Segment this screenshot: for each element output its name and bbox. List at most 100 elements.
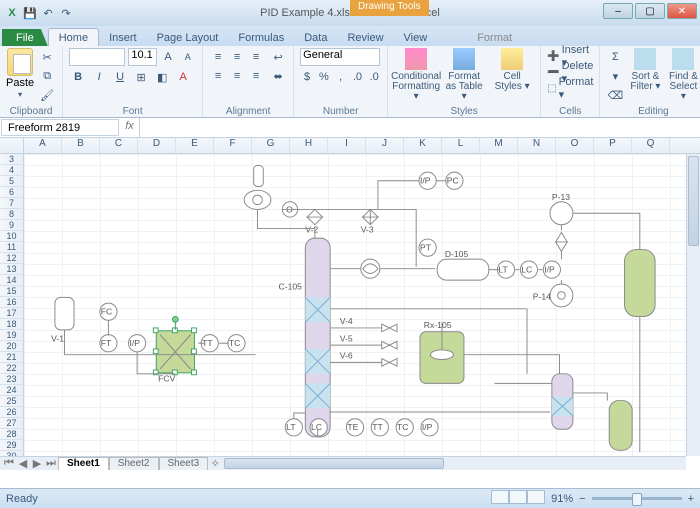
minimize-button[interactable]: – xyxy=(603,3,633,19)
tab-nav-next-icon[interactable]: ▶ xyxy=(30,457,44,470)
svg-text:I/P: I/P xyxy=(129,338,140,348)
copy-icon[interactable]: ⧉ xyxy=(38,67,56,85)
tab-view[interactable]: View xyxy=(394,29,438,46)
font-color-button[interactable]: A xyxy=(174,68,192,86)
font-size-select[interactable]: 10.1 xyxy=(128,48,156,66)
row-headers[interactable]: 3456789101112131415161718192021222324252… xyxy=(0,154,24,470)
group-font: 10.1 A A B I U ⊞ ◧ A Font xyxy=(63,46,203,117)
tab-formulas[interactable]: Formulas xyxy=(228,29,294,46)
undo-icon[interactable]: ↶ xyxy=(40,5,56,21)
zoom-out-icon[interactable]: − xyxy=(579,493,585,505)
pid-diagram[interactable]: V-1 FC FT I/P TT TC FCV C-1 xyxy=(24,154,686,456)
select-all-corner[interactable] xyxy=(0,138,24,153)
percent-icon[interactable]: % xyxy=(317,68,331,86)
svg-text:PC: PC xyxy=(447,176,459,186)
fill-color-button[interactable]: ◧ xyxy=(153,68,171,86)
merge-button[interactable]: ⬌ xyxy=(269,67,287,85)
svg-text:LC: LC xyxy=(521,265,532,275)
svg-text:TE: TE xyxy=(347,422,358,432)
group-cells: ➕ Insert ▾ ➖ Delete ▾ ⬚ Format ▾ Cells xyxy=(541,46,600,117)
increase-decimal-icon[interactable]: .0 xyxy=(351,68,365,86)
format-painter-icon[interactable]: 🖌 xyxy=(38,86,56,104)
svg-text:V-4: V-4 xyxy=(340,316,353,326)
tab-review[interactable]: Review xyxy=(337,29,393,46)
cell-styles-button[interactable]: Cell Styles ▾ xyxy=(490,48,534,92)
comma-icon[interactable]: , xyxy=(334,68,348,86)
close-button[interactable]: ✕ xyxy=(667,3,697,19)
alignment-buttons[interactable]: ≡≡≡≡≡≡ xyxy=(209,48,265,85)
tab-data[interactable]: Data xyxy=(294,29,337,46)
tab-nav-first-icon[interactable]: ⏮ xyxy=(2,457,16,470)
svg-text:V-3: V-3 xyxy=(361,224,374,234)
currency-icon[interactable]: $ xyxy=(300,68,314,86)
ribbon-tabs: File Home Insert Page Layout Formulas Da… xyxy=(0,26,700,46)
autosum-icon[interactable]: Σ xyxy=(606,48,624,66)
column-headers[interactable]: ABCDEFGHIJKLMNOPQ xyxy=(0,138,700,154)
quick-access-toolbar: X 💾 ↶ ↷ xyxy=(4,5,74,21)
contextual-tab-group: Drawing Tools xyxy=(350,0,429,16)
border-button[interactable]: ⊞ xyxy=(132,68,150,86)
wrap-text-button[interactable]: ↩ xyxy=(269,48,287,66)
tab-nav-last-icon[interactable]: ⏭ xyxy=(44,457,58,470)
zoom-slider[interactable] xyxy=(592,497,682,500)
redo-icon[interactable]: ↷ xyxy=(58,5,74,21)
clear-icon[interactable]: ⌫ xyxy=(606,86,624,104)
tab-insert[interactable]: Insert xyxy=(99,29,147,46)
status-mode: Ready xyxy=(6,493,38,505)
underline-button[interactable]: U xyxy=(111,68,129,86)
tab-nav-prev-icon[interactable]: ◀ xyxy=(16,457,30,470)
cell-grid[interactable]: V-1 FC FT I/P TT TC FCV C-1 xyxy=(24,154,686,456)
find-select-button[interactable]: Find & Select ▾ xyxy=(666,48,700,102)
formula-input[interactable] xyxy=(140,118,700,137)
save-icon[interactable]: 💾 xyxy=(22,5,38,21)
maximize-button[interactable]: ▢ xyxy=(635,3,665,19)
svg-text:C-105: C-105 xyxy=(279,282,303,292)
decrease-font-icon[interactable]: A xyxy=(179,48,196,66)
title-bar: X 💾 ↶ ↷ PID Example 4.xlsx - Microsoft E… xyxy=(0,0,700,26)
svg-text:I/P: I/P xyxy=(422,422,433,432)
svg-text:LT: LT xyxy=(286,422,296,432)
sheet-tab-2[interactable]: Sheet2 xyxy=(109,457,159,470)
cut-icon[interactable]: ✂ xyxy=(38,48,56,66)
sheet-tab-bar: ⏮ ◀ ▶ ⏭ Sheet1 Sheet2 Sheet3 ✧ xyxy=(0,457,222,470)
vertical-scrollbar[interactable] xyxy=(686,154,700,456)
italic-button[interactable]: I xyxy=(90,68,108,86)
svg-text:Rx-105: Rx-105 xyxy=(424,320,452,330)
tab-format-context[interactable]: Format xyxy=(467,29,522,46)
svg-text:TT: TT xyxy=(372,422,383,432)
horizontal-scrollbar[interactable] xyxy=(222,457,686,470)
name-box[interactable]: Freeform 2819 xyxy=(1,119,119,136)
app-icon[interactable]: X xyxy=(4,5,20,21)
decrease-decimal-icon[interactable]: .0 xyxy=(367,68,381,86)
file-tab[interactable]: File xyxy=(2,29,48,46)
new-sheet-icon[interactable]: ✧ xyxy=(208,457,222,470)
number-format-select[interactable]: General xyxy=(300,48,380,66)
svg-text:P-13: P-13 xyxy=(552,192,570,202)
svg-text:FT: FT xyxy=(101,338,112,348)
conditional-formatting-button[interactable]: Conditional Formatting ▾ xyxy=(394,48,438,102)
format-as-table-button[interactable]: Format as Table ▾ xyxy=(442,48,486,102)
paste-button[interactable]: Paste▾ xyxy=(6,48,34,99)
view-buttons[interactable] xyxy=(491,490,545,507)
group-styles: Conditional Formatting ▾ Format as Table… xyxy=(388,46,541,117)
font-name-select[interactable] xyxy=(69,48,125,66)
group-clipboard: Paste▾ ✂ ⧉ 🖌 Clipboard xyxy=(0,46,63,117)
zoom-level[interactable]: 91% xyxy=(551,493,573,505)
sheet-tab-1[interactable]: Sheet1 xyxy=(58,457,109,470)
increase-font-icon[interactable]: A xyxy=(160,48,177,66)
tab-home[interactable]: Home xyxy=(48,28,99,46)
bold-button[interactable]: B xyxy=(69,68,87,86)
group-title: Alignment xyxy=(209,106,287,117)
tab-page-layout[interactable]: Page Layout xyxy=(147,29,229,46)
svg-text:LC: LC xyxy=(311,422,322,432)
svg-text:I/P: I/P xyxy=(420,176,431,186)
zoom-in-icon[interactable]: + xyxy=(688,493,694,505)
svg-text:V-2: V-2 xyxy=(305,224,318,234)
svg-text:I/P: I/P xyxy=(544,265,555,275)
fill-down-icon[interactable]: ▾ xyxy=(606,67,624,85)
sheet-tab-3[interactable]: Sheet3 xyxy=(159,457,209,470)
group-alignment: ≡≡≡≡≡≡ ↩ ⬌ Alignment xyxy=(203,46,294,117)
sort-filter-button[interactable]: Sort & Filter ▾ xyxy=(628,48,662,92)
format-cells-button[interactable]: ⬚ Format ▾ xyxy=(547,80,593,96)
fx-icon[interactable]: fx xyxy=(120,118,140,137)
